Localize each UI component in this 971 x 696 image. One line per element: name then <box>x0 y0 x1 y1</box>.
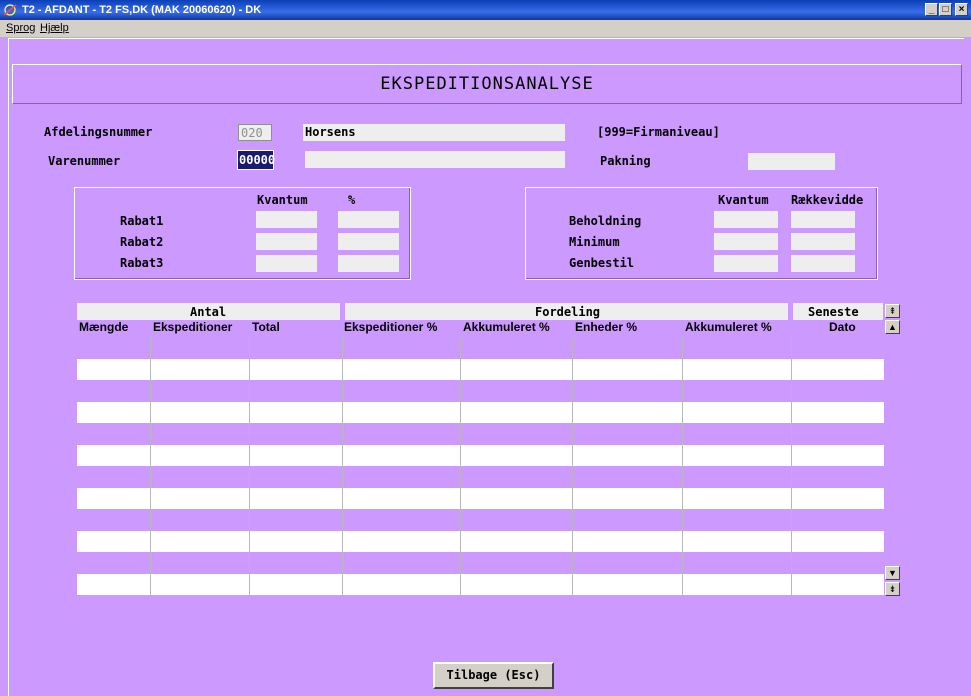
scroll-down-icon[interactable]: ▼ <box>885 566 900 580</box>
table-scrollbar[interactable]: ⇞ ▲ ▼ ⇟ <box>884 304 901 598</box>
maximize-button[interactable]: □ <box>939 3 952 16</box>
pakning-label: Pakning <box>600 154 651 168</box>
beholdning-kvantum-field <box>714 211 778 228</box>
table-row[interactable] <box>77 359 884 380</box>
table-row[interactable] <box>77 402 884 423</box>
column-divider <box>791 337 792 595</box>
minimize-button[interactable]: _ <box>925 3 938 16</box>
data-table <box>77 337 884 597</box>
pakning-field <box>748 153 835 170</box>
window-titlebar[interactable]: T2 - AFDANT - T2 FS,DK (MAK 20060620) - … <box>0 0 971 20</box>
rabat2-pct-field <box>338 233 399 250</box>
genbestil-label: Genbestil <box>569 256 635 270</box>
table-row[interactable] <box>77 445 884 466</box>
minimum-raekkevidde-field <box>791 233 855 250</box>
table-row[interactable] <box>77 337 884 359</box>
minimum-kvantum-field <box>714 233 778 250</box>
col-enheder-pct: Enheder % <box>575 320 638 334</box>
afdeling-name-field: Horsens <box>303 124 565 141</box>
column-divider <box>460 337 461 595</box>
table-row[interactable] <box>77 574 884 595</box>
antal-group-header: Antal <box>190 305 227 319</box>
rabat3-kvantum-field <box>256 255 317 272</box>
table-row[interactable] <box>77 531 884 552</box>
rabat3-pct-field <box>338 255 399 272</box>
afdeling-hint: [999=Firmaniveau] <box>597 125 720 139</box>
column-divider <box>572 337 573 595</box>
rabat1-pct-field <box>338 211 399 228</box>
menu-hjaelp[interactable]: Hjælp <box>40 20 69 37</box>
table-row[interactable] <box>77 509 884 531</box>
genbestil-raekkevidde-field <box>791 255 855 272</box>
rabat-kvantum-header: Kvantum <box>257 193 308 207</box>
window-title: T2 - AFDANT - T2 FS,DK (MAK 20060620) - … <box>22 4 262 16</box>
varenummer-label: Varenummer <box>48 154 121 168</box>
col-total: Total <box>252 320 280 334</box>
close-button[interactable]: × <box>955 3 968 16</box>
menu-bar: Sprog Hjælp <box>0 20 971 37</box>
table-row[interactable] <box>77 423 884 445</box>
table-row[interactable] <box>77 466 884 488</box>
seneste-group-header: Seneste <box>808 305 859 319</box>
table-row[interactable] <box>77 380 884 402</box>
app-icon <box>3 4 17 16</box>
column-divider <box>682 337 683 595</box>
scroll-bottom-icon[interactable]: ⇟ <box>885 582 900 596</box>
column-divider <box>150 337 151 595</box>
scroll-top-icon[interactable]: ⇞ <box>885 304 900 318</box>
back-button[interactable]: Tilbage (Esc) <box>433 662 554 689</box>
beholdning-raekkevidde-field <box>791 211 855 228</box>
varenummer-description-field <box>305 151 565 168</box>
table-row[interactable] <box>77 552 884 574</box>
afdeling-label: Afdelingsnummer <box>44 125 153 139</box>
col-ekspeditioner: Ekspeditioner <box>153 320 233 334</box>
table-row[interactable] <box>77 488 884 509</box>
col-maengde: Mængde <box>79 320 129 334</box>
rabat1-kvantum-field <box>256 211 317 228</box>
rabat1-label: Rabat1 <box>120 214 164 228</box>
rabat2-kvantum-field <box>256 233 317 250</box>
beholdning-raekkevidde-header: Rækkevidde <box>791 193 864 207</box>
col-akkumuleret-pct-2: Akkumuleret % <box>685 320 772 334</box>
beholdning-kvantum-header: Kvantum <box>718 193 769 207</box>
col-akkumuleret-pct: Akkumuleret % <box>463 320 550 334</box>
rabat2-label: Rabat2 <box>120 235 164 249</box>
varenummer-field[interactable]: 00000 <box>237 150 275 170</box>
col-dato: Dato <box>829 320 856 334</box>
afdeling-number-field[interactable]: 020 <box>238 124 272 141</box>
column-divider <box>249 337 250 595</box>
fordeling-group-header: Fordeling <box>535 305 601 319</box>
menu-sprog[interactable]: Sprog <box>6 20 35 37</box>
rabat3-label: Rabat3 <box>120 256 164 270</box>
rabat-pct-header: % <box>348 193 356 207</box>
col-ekspeditioner-pct: Ekspeditioner % <box>344 320 438 334</box>
screen-title: EKSPEDITIONSANALYSE <box>380 74 594 94</box>
beholdning-label: Beholdning <box>569 214 642 228</box>
scroll-up-icon[interactable]: ▲ <box>885 320 900 334</box>
minimum-label: Minimum <box>569 235 620 249</box>
genbestil-kvantum-field <box>714 255 778 272</box>
column-divider <box>342 337 343 595</box>
